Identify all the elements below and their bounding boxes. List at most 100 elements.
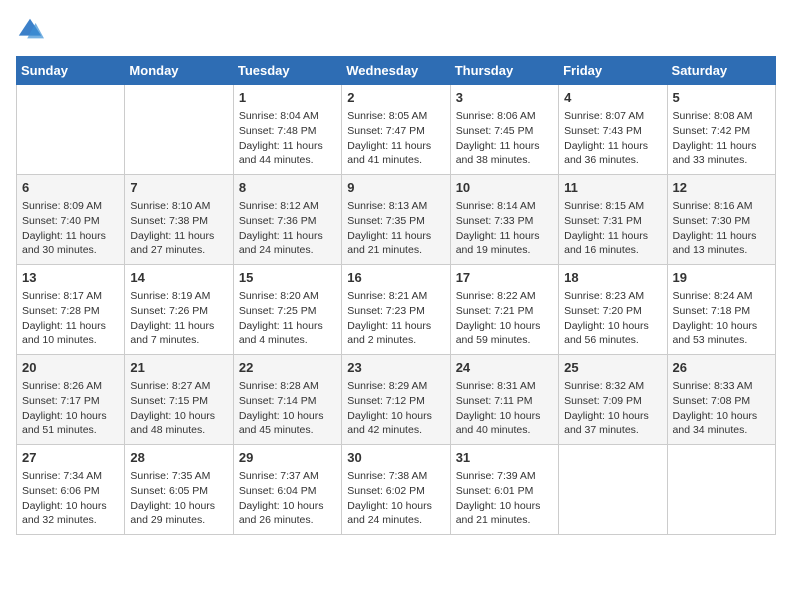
calendar-cell: 21 Sunrise: 8:27 AMSunset: 7:15 PMDayligh… [125,355,233,445]
daylight-text: Daylight: 10 hours and 42 minutes. [347,409,444,438]
header-tuesday: Tuesday [233,57,341,85]
sunrise-text: Sunrise: 7:37 AM [239,469,336,484]
sunrise-text: Sunrise: 8:17 AM [22,289,119,304]
sunset-text: Sunset: 7:18 PM [673,304,770,319]
day-number: 3 [456,89,553,107]
daylight-text: Daylight: 11 hours and 38 minutes. [456,139,553,168]
calendar-cell: 22Sunrise: 8:28 AMSunset: 7:14 PMDayligh… [233,355,341,445]
logo-icon [16,16,44,44]
sunset-text: Sunset: 6:04 PM [239,484,336,499]
sunset-text: Sunset: 7:43 PM [564,124,661,139]
sunrise-text: Sunrise: 8:27 AM [130,379,227,394]
calendar-cell: 20Sunrise: 8:26 AMSunset: 7:17 PMDayligh… [17,355,125,445]
header-row: SundayMondayTuesdayWednesdayThursdayFrid… [17,57,776,85]
calendar-cell: 18Sunrise: 8:23 AMSunset: 7:20 PMDayligh… [559,265,667,355]
sunrise-text: Sunrise: 8:22 AM [456,289,553,304]
calendar-cell: 26Sunrise: 8:33 AMSunset: 7:08 PMDayligh… [667,355,775,445]
day-number: 27 [22,449,119,467]
day-number: 8 [239,179,336,197]
day-number: 13 [22,269,119,287]
day-number: 14 [130,269,227,287]
daylight-text: Daylight: 10 hours and 21 minutes. [456,499,553,528]
sunset-text: Sunset: 7:35 PM [347,214,444,229]
sunset-text: Sunset: 7:30 PM [673,214,770,229]
sunrise-text: Sunrise: 7:38 AM [347,469,444,484]
calendar-cell: 31Sunrise: 7:39 AMSunset: 6:01 PMDayligh… [450,445,558,535]
daylight-text: Daylight: 10 hours and 48 minutes. [130,409,227,438]
sunset-text: Sunset: 7:11 PM [456,394,553,409]
header-sunday: Sunday [17,57,125,85]
day-number: 2 [347,89,444,107]
calendar-cell: 7Sunrise: 8:10 AMSunset: 7:38 PMDaylight… [125,175,233,265]
sunset-text: Sunset: 7:28 PM [22,304,119,319]
sunset-text: Sunset: 7:36 PM [239,214,336,229]
sunset-text: Sunset: 7:09 PM [564,394,661,409]
sunset-text: Sunset: 7:48 PM [239,124,336,139]
day-number: 29 [239,449,336,467]
sunrise-text: Sunrise: 8:14 AM [456,199,553,214]
calendar-cell: 17Sunrise: 8:22 AMSunset: 7:21 PMDayligh… [450,265,558,355]
sunset-text: Sunset: 7:42 PM [673,124,770,139]
day-number: 22 [239,359,336,377]
daylight-text: Daylight: 11 hours and 13 minutes. [673,229,770,258]
header [16,16,776,44]
sunset-text: Sunset: 6:02 PM [347,484,444,499]
daylight-text: Daylight: 11 hours and 36 minutes. [564,139,661,168]
header-saturday: Saturday [667,57,775,85]
sunrise-text: Sunrise: 8:29 AM [347,379,444,394]
sunset-text: Sunset: 6:05 PM [130,484,227,499]
calendar-cell [17,85,125,175]
sunset-text: Sunset: 7:17 PM [22,394,119,409]
day-number: 17 [456,269,553,287]
sunrise-text: Sunrise: 8:06 AM [456,109,553,124]
calendar-cell: 29 Sunrise: 7:37 AMSunset: 6:04 PMDayligh… [233,445,341,535]
calendar-cell: 2Sunrise: 8:05 AMSunset: 7:47 PMDaylight… [342,85,450,175]
daylight-text: Daylight: 10 hours and 26 minutes. [239,499,336,528]
calendar-cell: 10Sunrise: 8:14 AMSunset: 7:33 PMDayligh… [450,175,558,265]
day-number: 30 [347,449,444,467]
day-number: 7 [130,179,227,197]
calendar-cell [667,445,775,535]
daylight-text: Daylight: 10 hours and 40 minutes. [456,409,553,438]
sunset-text: Sunset: 6:06 PM [22,484,119,499]
sunset-text: Sunset: 7:15 PM [130,394,227,409]
header-wednesday: Wednesday [342,57,450,85]
day-number: 25 [564,359,661,377]
daylight-text: Daylight: 11 hours and 30 minutes. [22,229,119,258]
sunset-text: Sunset: 7:25 PM [239,304,336,319]
sunset-text: Sunset: 7:47 PM [347,124,444,139]
week-row-3: 20Sunrise: 8:26 AMSunset: 7:17 PMDayligh… [17,355,776,445]
sunrise-text: Sunrise: 8:05 AM [347,109,444,124]
daylight-text: Daylight: 11 hours and 19 minutes. [456,229,553,258]
daylight-text: Daylight: 10 hours and 56 minutes. [564,319,661,348]
calendar-table: SundayMondayTuesdayWednesdayThursdayFrid… [16,56,776,535]
calendar-cell: 30Sunrise: 7:38 AMSunset: 6:02 PMDayligh… [342,445,450,535]
header-thursday: Thursday [450,57,558,85]
sunrise-text: Sunrise: 8:26 AM [22,379,119,394]
sunset-text: Sunset: 7:38 PM [130,214,227,229]
calendar-cell: 25Sunrise: 8:32 AMSunset: 7:09 PMDayligh… [559,355,667,445]
daylight-text: Daylight: 10 hours and 45 minutes. [239,409,336,438]
sunset-text: Sunset: 7:08 PM [673,394,770,409]
daylight-text: Daylight: 11 hours and 7 minutes. [130,319,227,348]
daylight-text: Daylight: 10 hours and 53 minutes. [673,319,770,348]
day-number: 11 [564,179,661,197]
day-number: 10 [456,179,553,197]
day-number: 16 [347,269,444,287]
daylight-text: Daylight: 10 hours and 59 minutes. [456,319,553,348]
calendar-cell: 19Sunrise: 8:24 AMSunset: 7:18 PMDayligh… [667,265,775,355]
day-number: 5 [673,89,770,107]
daylight-text: Daylight: 11 hours and 44 minutes. [239,139,336,168]
calendar-cell: 14Sunrise: 8:19 AMSunset: 7:26 PMDayligh… [125,265,233,355]
day-number: 6 [22,179,119,197]
calendar-cell: 27Sunrise: 7:34 AMSunset: 6:06 PMDayligh… [17,445,125,535]
calendar-cell: 4Sunrise: 8:07 AMSunset: 7:43 PMDaylight… [559,85,667,175]
sunset-text: Sunset: 7:45 PM [456,124,553,139]
day-number: 24 [456,359,553,377]
day-number: 21 [130,359,227,377]
sunset-text: Sunset: 7:14 PM [239,394,336,409]
calendar-cell: 9Sunrise: 8:13 AMSunset: 7:35 PMDaylight… [342,175,450,265]
day-number: 15 [239,269,336,287]
daylight-text: Daylight: 10 hours and 29 minutes. [130,499,227,528]
header-friday: Friday [559,57,667,85]
